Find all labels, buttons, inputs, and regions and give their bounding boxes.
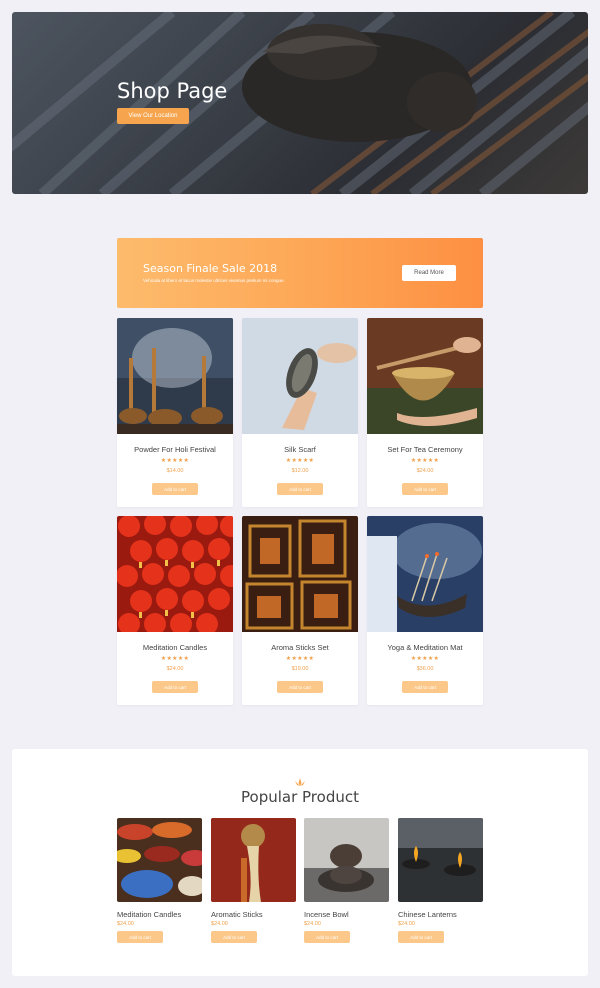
product-image-spice-bowls[interactable] [117, 818, 202, 902]
product-name[interactable]: Meditation Candles [117, 643, 233, 652]
add-to-cart-button[interactable]: Add to cart [277, 483, 323, 495]
product-card[interactable]: Powder For Holi Festival ★★★★★ $14.00 Ad… [117, 318, 233, 507]
popular-item[interactable]: Chinese Lanterns $24.00 Add to cart [398, 818, 483, 943]
product-price: $24.00 [398, 921, 415, 927]
rating-stars: ★★★★★ [410, 656, 440, 662]
product-price: $12.00 [291, 468, 309, 474]
product-image-door-tassel[interactable] [211, 818, 296, 902]
product-price: $24.00 [304, 921, 321, 927]
product-card[interactable]: Aroma Sticks Set ★★★★★ $19.00 Add to car… [242, 516, 358, 705]
hero-background-image [12, 12, 588, 194]
popular-item[interactable]: Meditation Candles $24.00 Add to cart [117, 818, 202, 943]
rating-stars: ★★★★★ [285, 458, 315, 464]
view-location-button[interactable]: View Our Location [117, 108, 189, 124]
rating-stars: ★★★★★ [160, 458, 190, 464]
product-price: $24.00 [416, 468, 434, 474]
product-image-temple-lanterns[interactable] [242, 516, 358, 632]
product-name[interactable]: Meditation Candles [117, 910, 202, 919]
popular-item[interactable]: Aromatic Sticks $24.00 Add to cart [211, 818, 296, 943]
add-to-cart-button[interactable]: Add to cart [304, 931, 350, 943]
product-image-sage-bundle[interactable] [242, 318, 358, 434]
product-name[interactable]: Set For Tea Ceremony [367, 445, 483, 454]
product-card[interactable]: Silk Scarf ★★★★★ $12.00 Add to cart [242, 318, 358, 507]
product-name[interactable]: Silk Scarf [242, 445, 358, 454]
product-name[interactable]: Aroma Sticks Set [242, 643, 358, 652]
section-title: Popular Product [241, 788, 359, 806]
product-name[interactable]: Yoga & Meditation Mat [367, 643, 483, 652]
popular-item[interactable]: Incense Bowl $24.00 Add to cart [304, 818, 389, 943]
rating-stars: ★★★★★ [410, 458, 440, 464]
product-image-incense-offering[interactable] [367, 516, 483, 632]
lotus-icon [295, 778, 305, 786]
read-more-button[interactable]: Read More [402, 265, 456, 281]
popular-products-section: Popular Product Meditation Candles $24.0… [12, 749, 588, 976]
add-to-cart-button[interactable]: Add to cart [402, 483, 448, 495]
add-to-cart-button[interactable]: Add to cart [211, 931, 257, 943]
rating-stars: ★★★★★ [285, 656, 315, 662]
add-to-cart-button[interactable]: Add to cart [398, 931, 444, 943]
product-price: $19.00 [291, 666, 309, 672]
product-price: $24.00 [117, 921, 134, 927]
product-price: $36.00 [416, 666, 434, 672]
promo-title: Season Finale Sale 2018 [143, 262, 278, 275]
product-price: $24.00 [166, 666, 184, 672]
page-title: Shop Page [117, 79, 228, 103]
add-to-cart-button[interactable]: Add to cart [277, 681, 323, 693]
product-image-candle-plates[interactable] [398, 818, 483, 902]
rating-stars: ★★★★★ [160, 656, 190, 662]
product-name[interactable]: Aromatic Sticks [211, 910, 296, 919]
hero-banner: Shop Page View Our Location [12, 12, 588, 194]
add-to-cart-button[interactable]: Add to cart [117, 931, 163, 943]
product-name[interactable]: Powder For Holi Festival [117, 445, 233, 454]
product-image-singing-bowl[interactable] [367, 318, 483, 434]
product-price: $24.00 [211, 921, 228, 927]
product-price: $14.00 [166, 468, 184, 474]
product-image-teapot[interactable] [304, 818, 389, 902]
product-card[interactable]: Meditation Candles ★★★★★ $24.00 Add to c… [117, 516, 233, 705]
add-to-cart-button[interactable]: Add to cart [152, 483, 198, 495]
add-to-cart-button[interactable]: Add to cart [402, 681, 448, 693]
product-card[interactable]: Yoga & Meditation Mat ★★★★★ $36.00 Add t… [367, 516, 483, 705]
product-name[interactable]: Chinese Lanterns [398, 910, 483, 919]
product-image-red-lanterns[interactable] [117, 516, 233, 632]
product-image-incense-burners[interactable] [117, 318, 233, 434]
promo-banner: Season Finale Sale 2018 Vehicula at libe… [117, 238, 483, 308]
promo-subtitle: Vehicula at libero et lacus molestie ult… [143, 278, 285, 283]
add-to-cart-button[interactable]: Add to cart [152, 681, 198, 693]
product-card[interactable]: Set For Tea Ceremony ★★★★★ $24.00 Add to… [367, 318, 483, 507]
product-name[interactable]: Incense Bowl [304, 910, 389, 919]
